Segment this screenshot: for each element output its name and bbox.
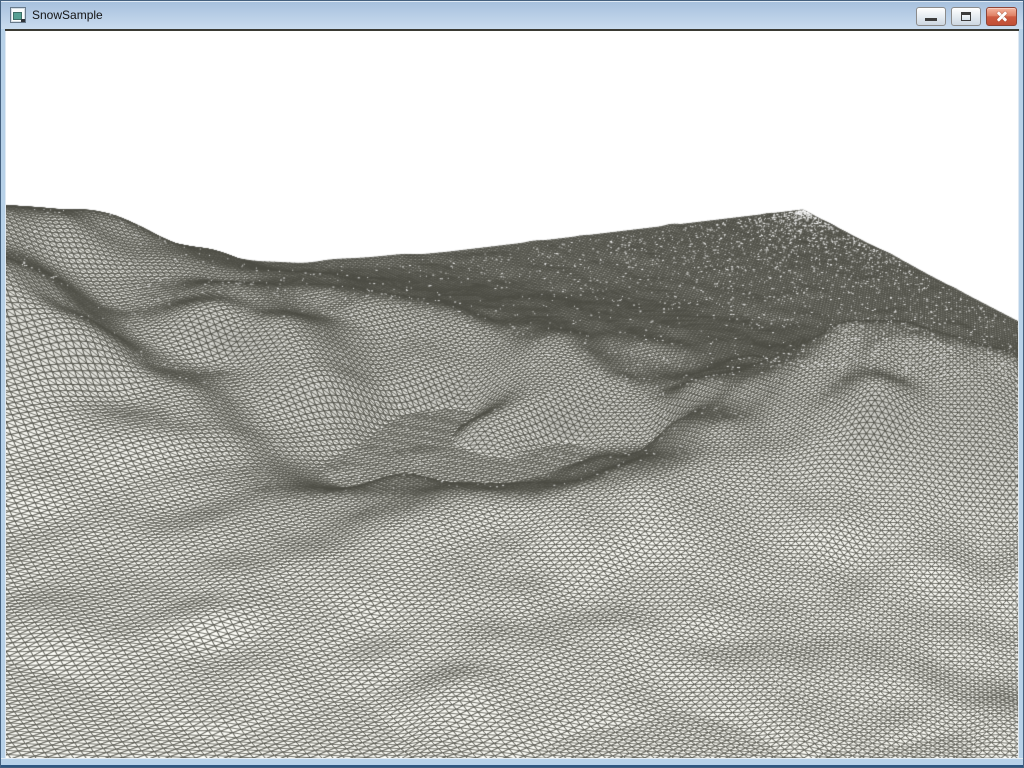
window-controls [916, 7, 1017, 26]
terrain-viewport-canvas[interactable] [6, 31, 1018, 758]
client-area [6, 31, 1018, 758]
minimize-button[interactable] [916, 7, 946, 26]
application-icon[interactable] [10, 7, 26, 23]
minimize-icon [925, 18, 937, 21]
application-icon-glyph [13, 12, 22, 20]
titlebar[interactable]: SnowSample [1, 1, 1023, 29]
window-border-right[interactable] [1018, 31, 1023, 758]
close-icon [995, 10, 1009, 23]
window-border-bottom[interactable] [1, 758, 1023, 767]
close-button[interactable] [986, 7, 1017, 26]
maximize-button[interactable] [951, 7, 981, 26]
maximize-icon [961, 12, 971, 21]
window-border-left[interactable] [1, 31, 6, 758]
window-frame[interactable]: SnowSample [0, 0, 1024, 768]
window-title: SnowSample [32, 1, 103, 29]
